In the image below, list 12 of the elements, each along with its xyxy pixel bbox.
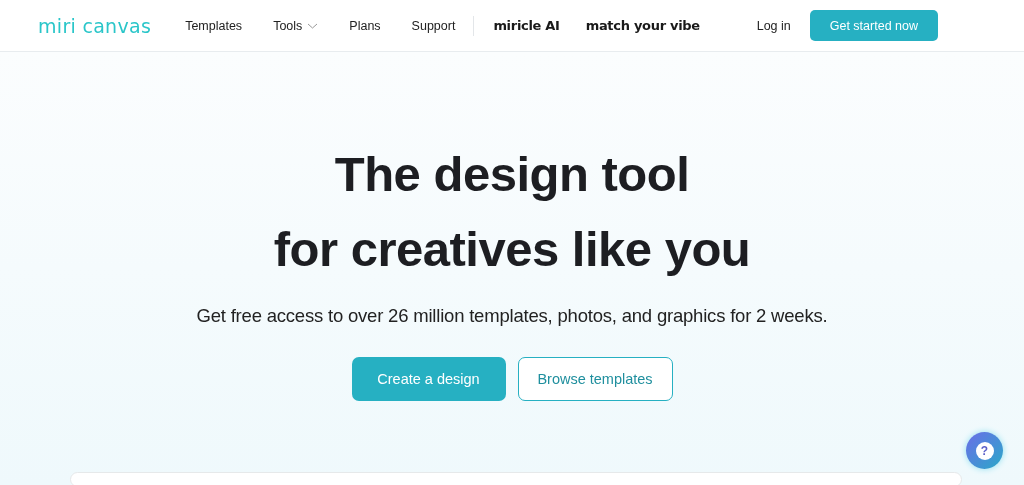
hero-subtitle: Get free access to over 26 million templates, photos, and graphics for 2 weeks. — [196, 305, 828, 327]
nav-link[interactable]: Templates — [185, 18, 243, 33]
nav-link[interactable]: Plans — [349, 18, 381, 33]
nav-link[interactable]: miricle AI — [493, 18, 560, 33]
nav-link[interactable]: match your vibe — [585, 18, 700, 33]
help-button[interactable]: ? — [966, 432, 1003, 469]
hero-title: The design tool — [333, 146, 691, 203]
hero-title: for creatives like you — [273, 221, 751, 278]
nav-link[interactable]: Support — [411, 18, 456, 33]
nav-link[interactable]: Tools — [273, 18, 319, 33]
browse-templates-button[interactable]: Browse templates — [517, 357, 673, 401]
login-link[interactable]: Log in — [756, 18, 791, 33]
